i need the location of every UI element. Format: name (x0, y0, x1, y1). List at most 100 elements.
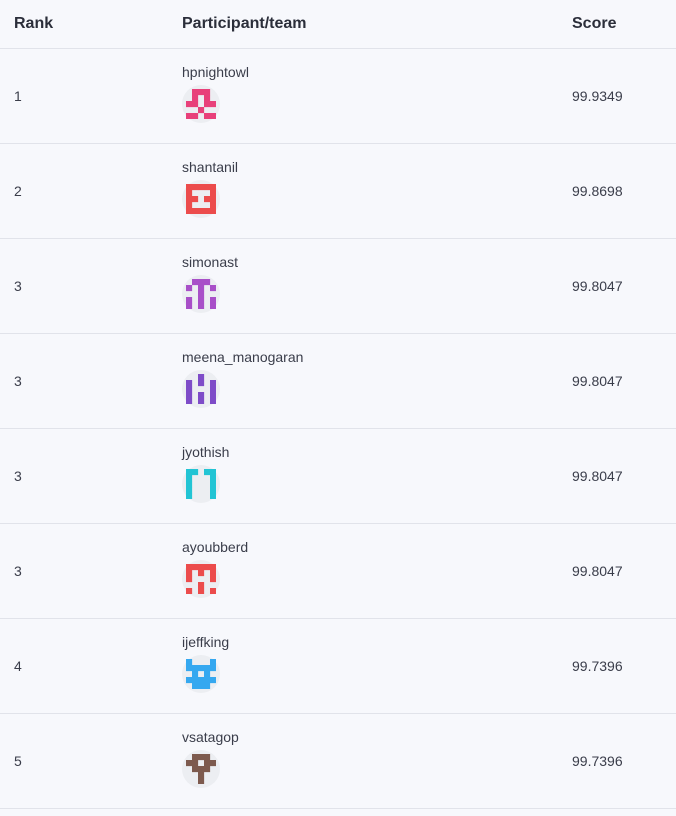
participant-cell: simonast (182, 238, 572, 334)
identicon-pixel (192, 759, 199, 766)
identicon-pixel (204, 183, 211, 190)
identicon-pixel (192, 468, 199, 475)
identicon-pixel (186, 296, 193, 303)
identicon-pixel (186, 189, 193, 196)
score-cell: 99.8047 (572, 238, 676, 334)
identicon-pixel (204, 563, 211, 570)
identicon-pixel (210, 201, 216, 208)
participant-cell: shantanil (182, 143, 572, 239)
avatar[interactable] (182, 654, 220, 693)
avatar[interactable] (182, 749, 220, 788)
identicon-pixel (204, 278, 211, 285)
rank-column-header: Rank (0, 0, 182, 49)
table-row: 3 simonast 99.8047 (0, 238, 676, 334)
identicon-pixel (210, 195, 216, 202)
identicon-pixel (186, 100, 193, 107)
header-row: Rank Participant/team Score (0, 0, 676, 49)
participant-name[interactable]: ijeffking (182, 634, 572, 650)
avatar[interactable] (182, 464, 220, 503)
identicon-pixel (198, 106, 205, 113)
identicon-pixel (198, 278, 205, 285)
identicon-pixel (192, 195, 199, 202)
participant-name[interactable]: ayoubberd (182, 539, 572, 555)
identicon-pixel (192, 753, 199, 760)
identicon-pixel (210, 385, 216, 392)
identicon-pixel (210, 664, 216, 671)
participant-cell: jyothish (182, 428, 572, 524)
score-cell: 99.8698 (572, 143, 676, 239)
identicon-pixel (210, 658, 216, 665)
avatar[interactable] (182, 274, 220, 313)
identicon-pixel (204, 759, 211, 766)
identicon-pixel (210, 563, 216, 570)
score-cell: 99.8047 (572, 428, 676, 524)
identicon-pixel (198, 753, 205, 760)
participant-name[interactable]: meena_manogaran (182, 349, 572, 365)
identicon-pixel (192, 664, 199, 671)
participant-name[interactable]: hpnightowl (182, 64, 572, 80)
identicon-pixel (210, 759, 216, 766)
score-cell: 99.8047 (572, 523, 676, 619)
avatar[interactable] (182, 369, 220, 408)
identicon-pixel (192, 765, 199, 772)
identicon-pixel (186, 385, 193, 392)
score-cell: 99.8047 (572, 333, 676, 429)
avatar[interactable] (182, 84, 220, 123)
participant-name[interactable]: jyothish (182, 444, 572, 460)
identicon-pixel (186, 759, 193, 766)
identicon-pixel (210, 207, 216, 214)
identicon-pixel (192, 676, 199, 683)
identicon-pixel (192, 88, 199, 95)
rank-cell: 3 (0, 333, 182, 429)
participant-name[interactable]: simonast (182, 254, 572, 270)
identicon-pixel (210, 575, 216, 582)
identicon-icon (186, 468, 216, 499)
rank-cell: 5 (0, 713, 182, 809)
identicon-pixel (198, 183, 205, 190)
identicon-pixel (198, 290, 205, 297)
identicon-pixel (192, 183, 199, 190)
participant-name[interactable]: vsatagop (182, 729, 572, 745)
identicon-pixel (198, 563, 205, 570)
identicon-pixel (210, 486, 216, 493)
identicon-pixel (204, 670, 211, 677)
avatar[interactable] (182, 179, 220, 218)
participant-cell: meena_manogaran (182, 333, 572, 429)
identicon-pixel (186, 563, 193, 570)
identicon-pixel (198, 397, 205, 404)
identicon-pixel (210, 480, 216, 487)
identicon-pixel (198, 676, 205, 683)
score-cell: 99.7396 (572, 618, 676, 714)
identicon-pixel (210, 302, 216, 309)
identicon-pixel (204, 94, 211, 101)
table-row: 3 jyothish 99.8047 (0, 428, 676, 524)
identicon-pixel (192, 563, 199, 570)
identicon-pixel (186, 201, 193, 208)
identicon-pixel (186, 468, 193, 475)
identicon-pixel (204, 88, 211, 95)
identicon-pixel (210, 468, 216, 475)
identicon-pixel (186, 397, 193, 404)
identicon-pixel (210, 183, 216, 190)
identicon-pixel (192, 670, 199, 677)
avatar[interactable] (182, 559, 220, 598)
identicon-pixel (204, 664, 211, 671)
identicon-pixel (198, 664, 205, 671)
leaderboard-table: Rank Participant/team Score 1 hpnightowl 9… (0, 0, 676, 809)
identicon-icon (186, 88, 216, 119)
identicon-pixel (198, 379, 205, 386)
identicon-pixel (210, 284, 216, 291)
identicon-pixel (192, 682, 199, 689)
rank-cell: 1 (0, 48, 182, 144)
identicon-pixel (186, 112, 193, 119)
identicon-pixel (210, 296, 216, 303)
identicon-pixel (192, 278, 199, 285)
identicon-icon (186, 753, 216, 784)
identicon-pixel (186, 486, 193, 493)
identicon-pixel (210, 379, 216, 386)
identicon-pixel (186, 587, 193, 594)
participant-name[interactable]: shantanil (182, 159, 572, 175)
identicon-icon (186, 373, 216, 404)
identicon-pixel (204, 676, 211, 683)
identicon-pixel (204, 682, 211, 689)
